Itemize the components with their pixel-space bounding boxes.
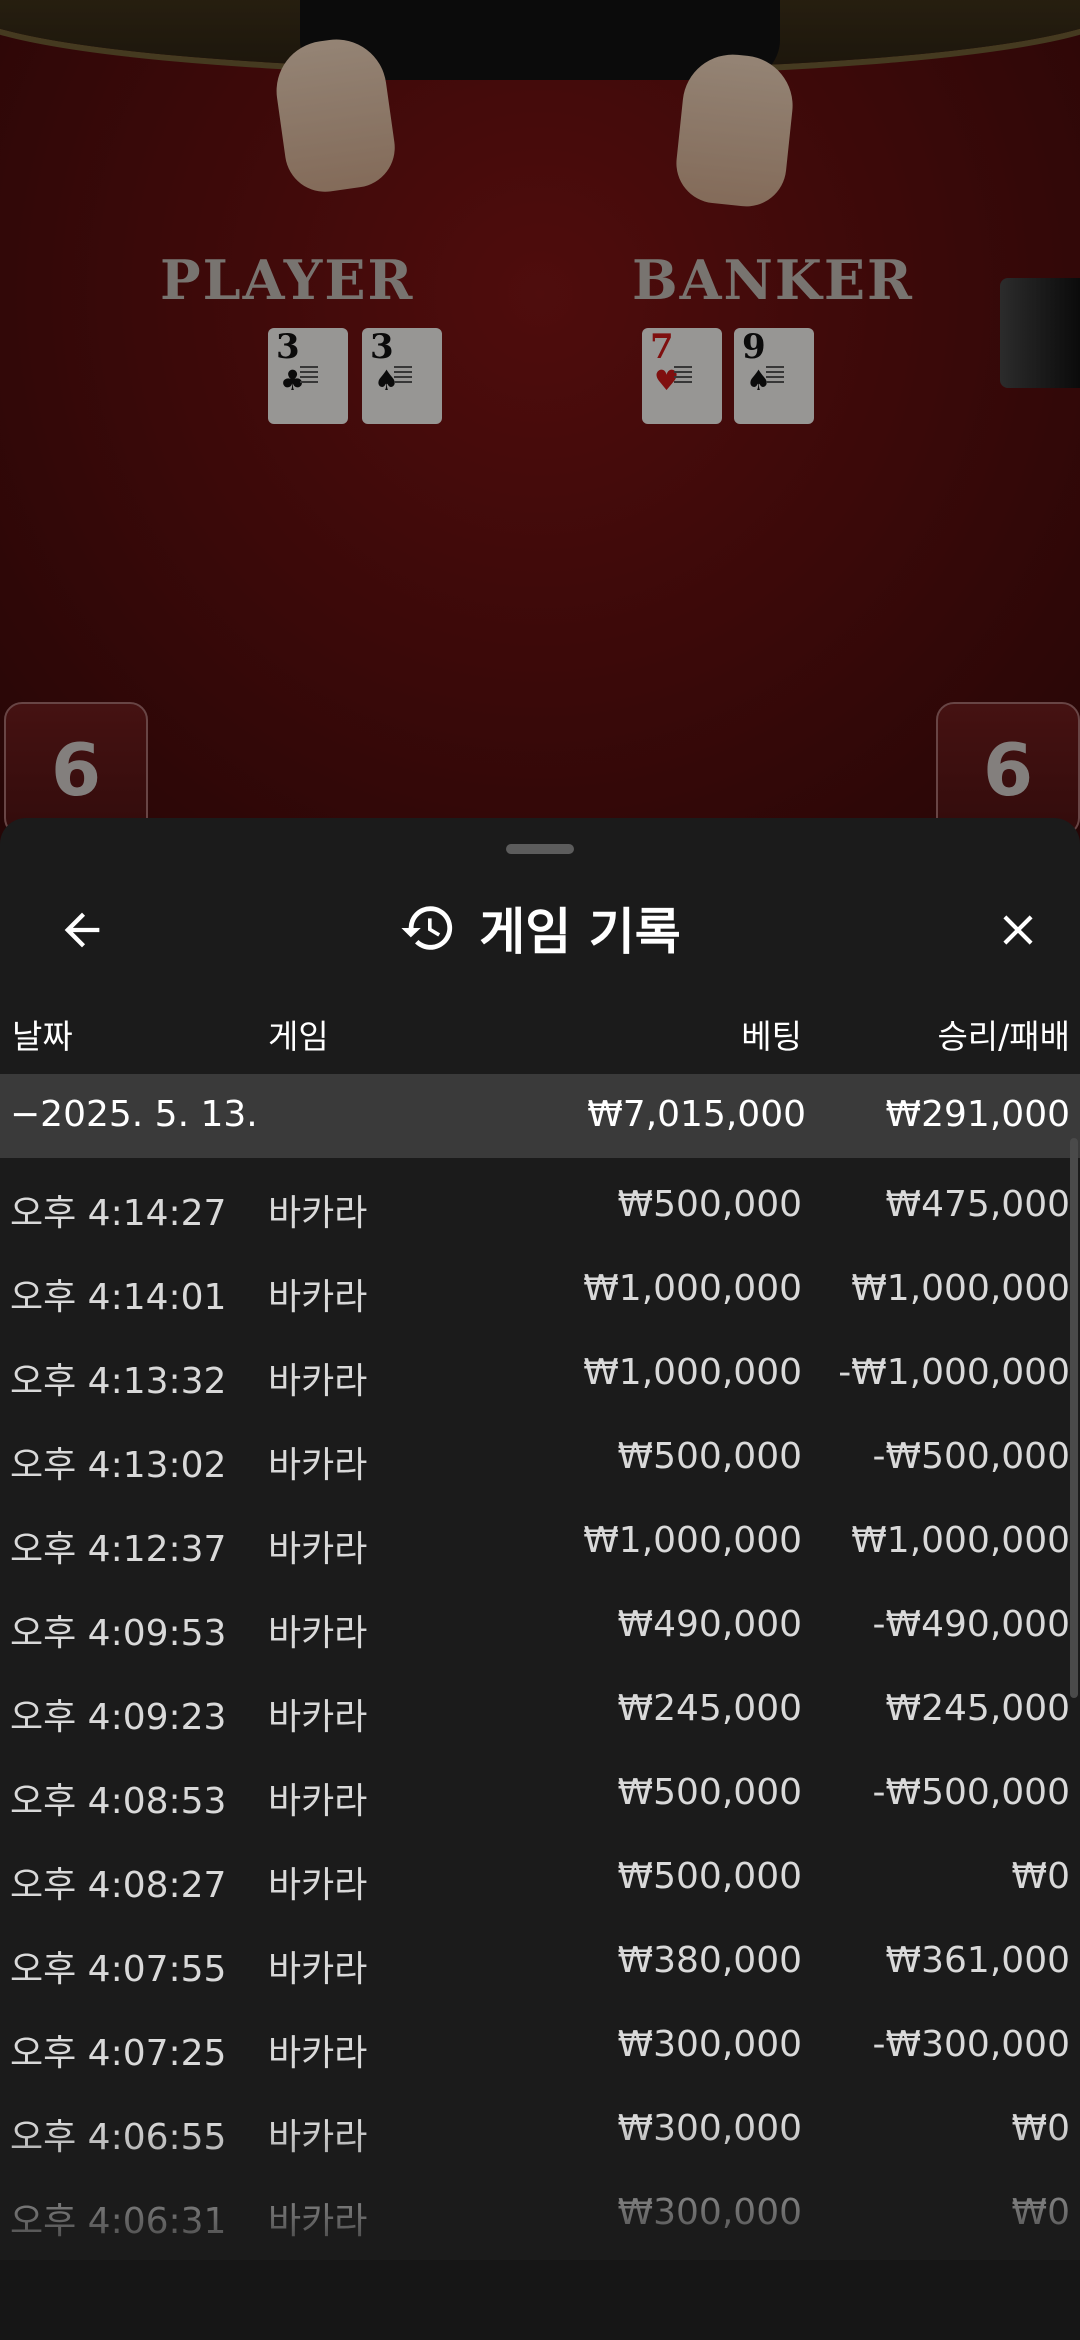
baccarat-table: PLAYER BANKER 3 ♣ 3 ♠ 7 ♥ 9 ♠ 6 6	[0, 0, 1080, 840]
row-time: 오후 4:09:53	[10, 1613, 227, 1654]
row-time: 오후 4:13:02	[10, 1445, 227, 1486]
row-game: 바카라	[268, 1781, 368, 1822]
row-time: 오후 4:07:25	[10, 2033, 227, 2074]
history-icon	[401, 906, 453, 950]
row-winloss: ₩0	[1011, 1856, 1071, 1897]
row-bet: ₩245,000	[617, 1688, 802, 1729]
summary-winloss: ₩291,000	[885, 1094, 1070, 1135]
row-winloss: -₩490,000	[872, 1604, 1070, 1645]
row-game: 바카라	[268, 2117, 368, 2158]
sheet-drag-handle[interactable]	[506, 844, 574, 854]
history-list[interactable]: 오후 4:14:27 바카라 ₩500,000 ₩475,000 오후 4:14:01 바…	[0, 1166, 1080, 2258]
history-row[interactable]: 오후 4:07:55 바카라 ₩380,000 ₩361,000	[0, 1922, 1080, 2006]
row-winloss: -₩500,000	[872, 1436, 1070, 1477]
col-winloss[interactable]: 승리/패배	[937, 1010, 1070, 1058]
summary-date: −2025. 5. 13.	[10, 1094, 258, 1135]
history-row[interactable]: 오후 4:06:55 바카라 ₩300,000 ₩0	[0, 2090, 1080, 2174]
row-winloss: ₩1,000,000	[851, 1268, 1070, 1309]
row-game: 바카라	[268, 1865, 368, 1906]
column-headers: 날짜 게임 베팅 승리/패배	[0, 998, 1080, 1068]
history-row[interactable]: 오후 4:13:02 바카라 ₩500,000 -₩500,000	[0, 1418, 1080, 1502]
sheet-header: 게임 기록	[0, 878, 1080, 978]
row-game: 바카라	[268, 2201, 368, 2242]
history-row[interactable]: 오후 4:09:23 바카라 ₩245,000 ₩245,000	[0, 1670, 1080, 1754]
back-button[interactable]	[50, 898, 114, 962]
col-game[interactable]: 게임	[268, 1010, 329, 1058]
history-row[interactable]: 오후 4:06:31 바카라 ₩300,000 ₩0	[0, 2174, 1080, 2258]
close-icon	[1003, 915, 1033, 945]
row-bet: ₩500,000	[617, 1436, 802, 1477]
bottom-bar	[0, 2260, 1080, 2340]
row-winloss: ₩245,000	[885, 1688, 1070, 1729]
row-bet: ₩500,000	[617, 1184, 802, 1225]
row-winloss: ₩0	[1011, 2192, 1071, 2233]
row-winloss: -₩300,000	[872, 2024, 1070, 2065]
row-bet: ₩490,000	[617, 1604, 802, 1645]
row-bet: ₩500,000	[617, 1772, 802, 1813]
row-time: 오후 4:08:53	[10, 1781, 227, 1822]
row-time: 오후 4:06:55	[10, 2117, 227, 2158]
history-row[interactable]: 오후 4:12:37 바카라 ₩1,000,000 ₩1,000,000	[0, 1502, 1080, 1586]
row-winloss: -₩500,000	[872, 1772, 1070, 1813]
row-winloss: ₩1,000,000	[851, 1520, 1070, 1561]
history-row[interactable]: 오후 4:14:27 바카라 ₩500,000 ₩475,000	[0, 1166, 1080, 1250]
row-game: 바카라	[268, 1613, 368, 1654]
close-button[interactable]	[986, 898, 1050, 962]
row-winloss: ₩475,000	[885, 1184, 1070, 1225]
row-time: 오후 4:14:01	[10, 1277, 227, 1318]
row-bet: ₩1,000,000	[583, 1352, 802, 1393]
row-time: 오후 4:08:27	[10, 1865, 227, 1906]
row-time: 오후 4:09:23	[10, 1697, 227, 1738]
row-game: 바카라	[268, 1277, 368, 1318]
row-game: 바카라	[268, 1529, 368, 1570]
row-game: 바카라	[268, 1697, 368, 1738]
row-time: 오후 4:06:31	[10, 2201, 227, 2242]
col-date[interactable]: 날짜	[12, 1010, 73, 1058]
row-winloss: ₩0	[1011, 2108, 1071, 2149]
row-winloss: -₩1,000,000	[838, 1352, 1070, 1393]
row-bet: ₩300,000	[617, 2108, 802, 2149]
history-row[interactable]: 오후 4:08:27 바카라 ₩500,000 ₩0	[0, 1838, 1080, 1922]
history-row[interactable]: 오후 4:14:01 바카라 ₩1,000,000 ₩1,000,000	[0, 1250, 1080, 1334]
row-bet: ₩300,000	[617, 2192, 802, 2233]
row-bet: ₩1,000,000	[583, 1268, 802, 1309]
row-game: 바카라	[268, 2033, 368, 2074]
arrow-left-icon	[64, 912, 100, 948]
row-bet: ₩500,000	[617, 1856, 802, 1897]
history-row[interactable]: 오후 4:09:53 바카라 ₩490,000 -₩490,000	[0, 1586, 1080, 1670]
row-bet: ₩380,000	[617, 1940, 802, 1981]
history-row[interactable]: 오후 4:07:25 바카라 ₩300,000 -₩300,000	[0, 2006, 1080, 2090]
game-history-sheet: 게임 기록 날짜 게임 베팅 승리/패배 −2025. 5. 13. ₩7,01…	[0, 818, 1080, 2340]
row-game: 바카라	[268, 1445, 368, 1486]
summary-bet: ₩7,015,000	[587, 1094, 806, 1135]
col-bet[interactable]: 베팅	[741, 1010, 802, 1058]
row-game: 바카라	[268, 1193, 368, 1234]
row-winloss: ₩361,000	[885, 1940, 1070, 1981]
row-bet: ₩1,000,000	[583, 1520, 802, 1561]
row-time: 오후 4:13:32	[10, 1361, 227, 1402]
date-group-summary[interactable]: −2025. 5. 13. ₩7,015,000 ₩291,000	[0, 1074, 1080, 1158]
scrollbar[interactable]	[1070, 1138, 1078, 1698]
history-row[interactable]: 오후 4:08:53 바카라 ₩500,000 -₩500,000	[0, 1754, 1080, 1838]
row-time: 오후 4:12:37	[10, 1529, 227, 1570]
row-game: 바카라	[268, 1361, 368, 1402]
row-game: 바카라	[268, 1949, 368, 1990]
row-bet: ₩300,000	[617, 2024, 802, 2065]
row-time: 오후 4:07:55	[10, 1949, 227, 1990]
sheet-title: 게임 기록	[479, 903, 681, 961]
row-time: 오후 4:14:27	[10, 1193, 227, 1234]
history-row[interactable]: 오후 4:13:32 바카라 ₩1,000,000 -₩1,000,000	[0, 1334, 1080, 1418]
